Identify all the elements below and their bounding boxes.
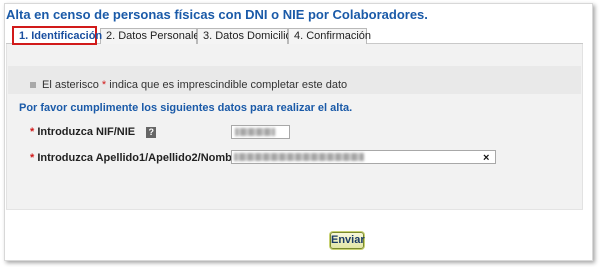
bullet-icon bbox=[30, 82, 36, 89]
form-instruction: Por favor cumplimente los siguientes dat… bbox=[19, 102, 353, 114]
nif-required-asterisk: * bbox=[30, 126, 35, 138]
panel-divider bbox=[6, 209, 583, 210]
help-icon[interactable]: ? bbox=[146, 126, 157, 138]
nombre-required-asterisk: * bbox=[30, 152, 35, 164]
nombre-value-redacted bbox=[234, 153, 364, 161]
tab-confirmacion[interactable]: 4. Confirmación bbox=[288, 28, 371, 44]
tab-identificacion[interactable]: 1. Identificación bbox=[12, 26, 102, 45]
tab-datos-personales[interactable]: 2. Datos Personales bbox=[100, 28, 205, 44]
clear-icon[interactable]: × bbox=[483, 152, 489, 164]
nombre-label: * Introduzca Apellido1/Apellido2/Nombre bbox=[30, 152, 242, 164]
nif-value-redacted bbox=[235, 128, 275, 136]
required-note: El asterisco * indica que es imprescindi… bbox=[30, 79, 347, 91]
tab-bar: 1. Identificación 2. Datos Personales 3.… bbox=[6, 26, 583, 45]
tab-datos-domicilio[interactable]: 3. Datos Domicilio bbox=[197, 28, 292, 44]
nif-label-text: Introduzca NIF/NIE bbox=[37, 126, 136, 138]
nif-label: * Introduzca NIF/NIE ? bbox=[30, 126, 157, 138]
required-note-after: indica que es imprescindible completar e… bbox=[106, 79, 348, 91]
page-title: Alta en censo de personas físicas con DN… bbox=[6, 7, 428, 22]
required-note-before: El asterisco bbox=[42, 79, 102, 91]
nombre-label-text: Introduzca Apellido1/Apellido2/Nombre bbox=[37, 152, 243, 164]
submit-button[interactable]: Enviar bbox=[330, 232, 365, 249]
